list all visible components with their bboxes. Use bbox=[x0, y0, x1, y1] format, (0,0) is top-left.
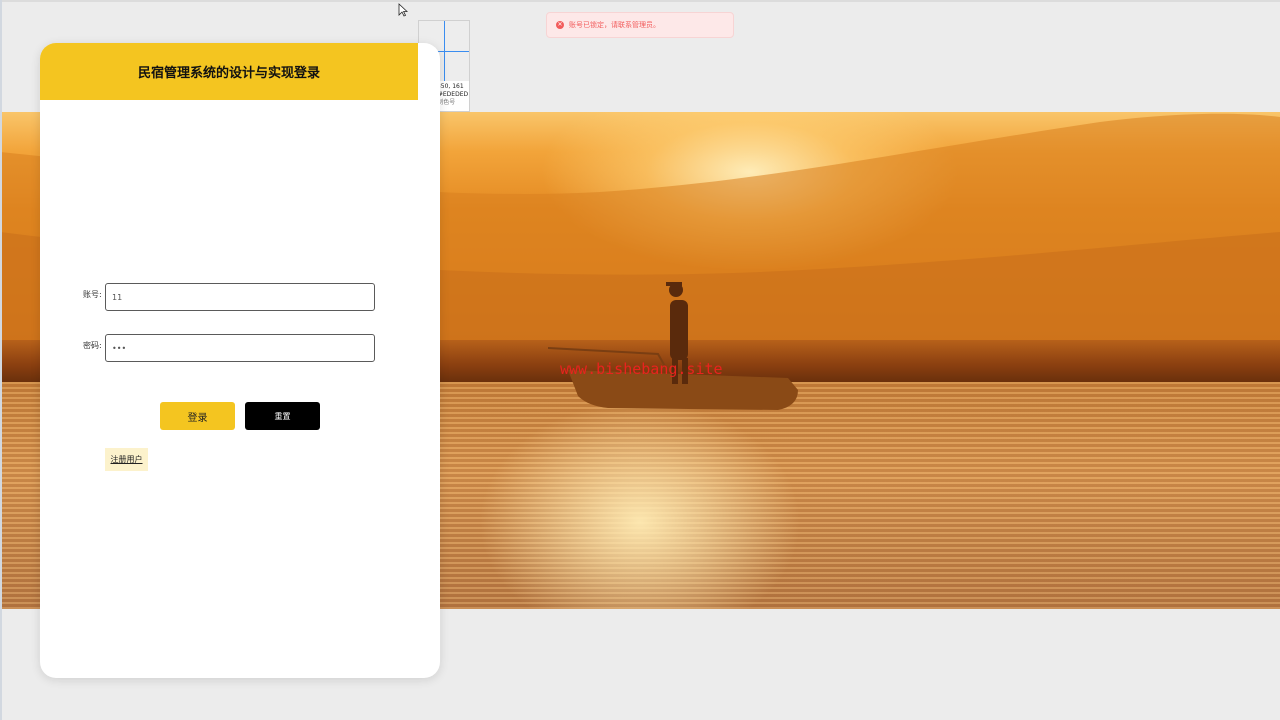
login-card: 民宿管理系统的设计与实现登录 账号: 密码: 登录 重置 注册用户 bbox=[40, 43, 440, 678]
left-edge bbox=[0, 0, 2, 720]
register-link[interactable]: 注册用户 bbox=[105, 448, 148, 471]
toast-message: 账号已锁定，请联系管理员。 bbox=[569, 21, 660, 29]
error-circle-icon: ✕ bbox=[556, 21, 564, 29]
login-title: 民宿管理系统的设计与实现登录 bbox=[137, 66, 320, 81]
mouse-cursor-icon bbox=[398, 3, 408, 17]
login-button[interactable]: 登录 bbox=[160, 402, 235, 430]
password-label: 密码: bbox=[83, 341, 102, 350]
top-border bbox=[0, 0, 1280, 2]
username-input[interactable] bbox=[105, 283, 375, 311]
username-label: 账号: bbox=[83, 290, 102, 299]
login-header: 民宿管理系统的设计与实现登录 bbox=[40, 43, 418, 100]
error-toast: ✕ 账号已锁定，请联系管理员。 bbox=[546, 12, 734, 38]
reset-button[interactable]: 重置 bbox=[245, 402, 320, 430]
password-input[interactable] bbox=[105, 334, 375, 362]
watermark-text: www.bishebang.site bbox=[560, 360, 723, 378]
boat-silhouette bbox=[548, 282, 798, 410]
